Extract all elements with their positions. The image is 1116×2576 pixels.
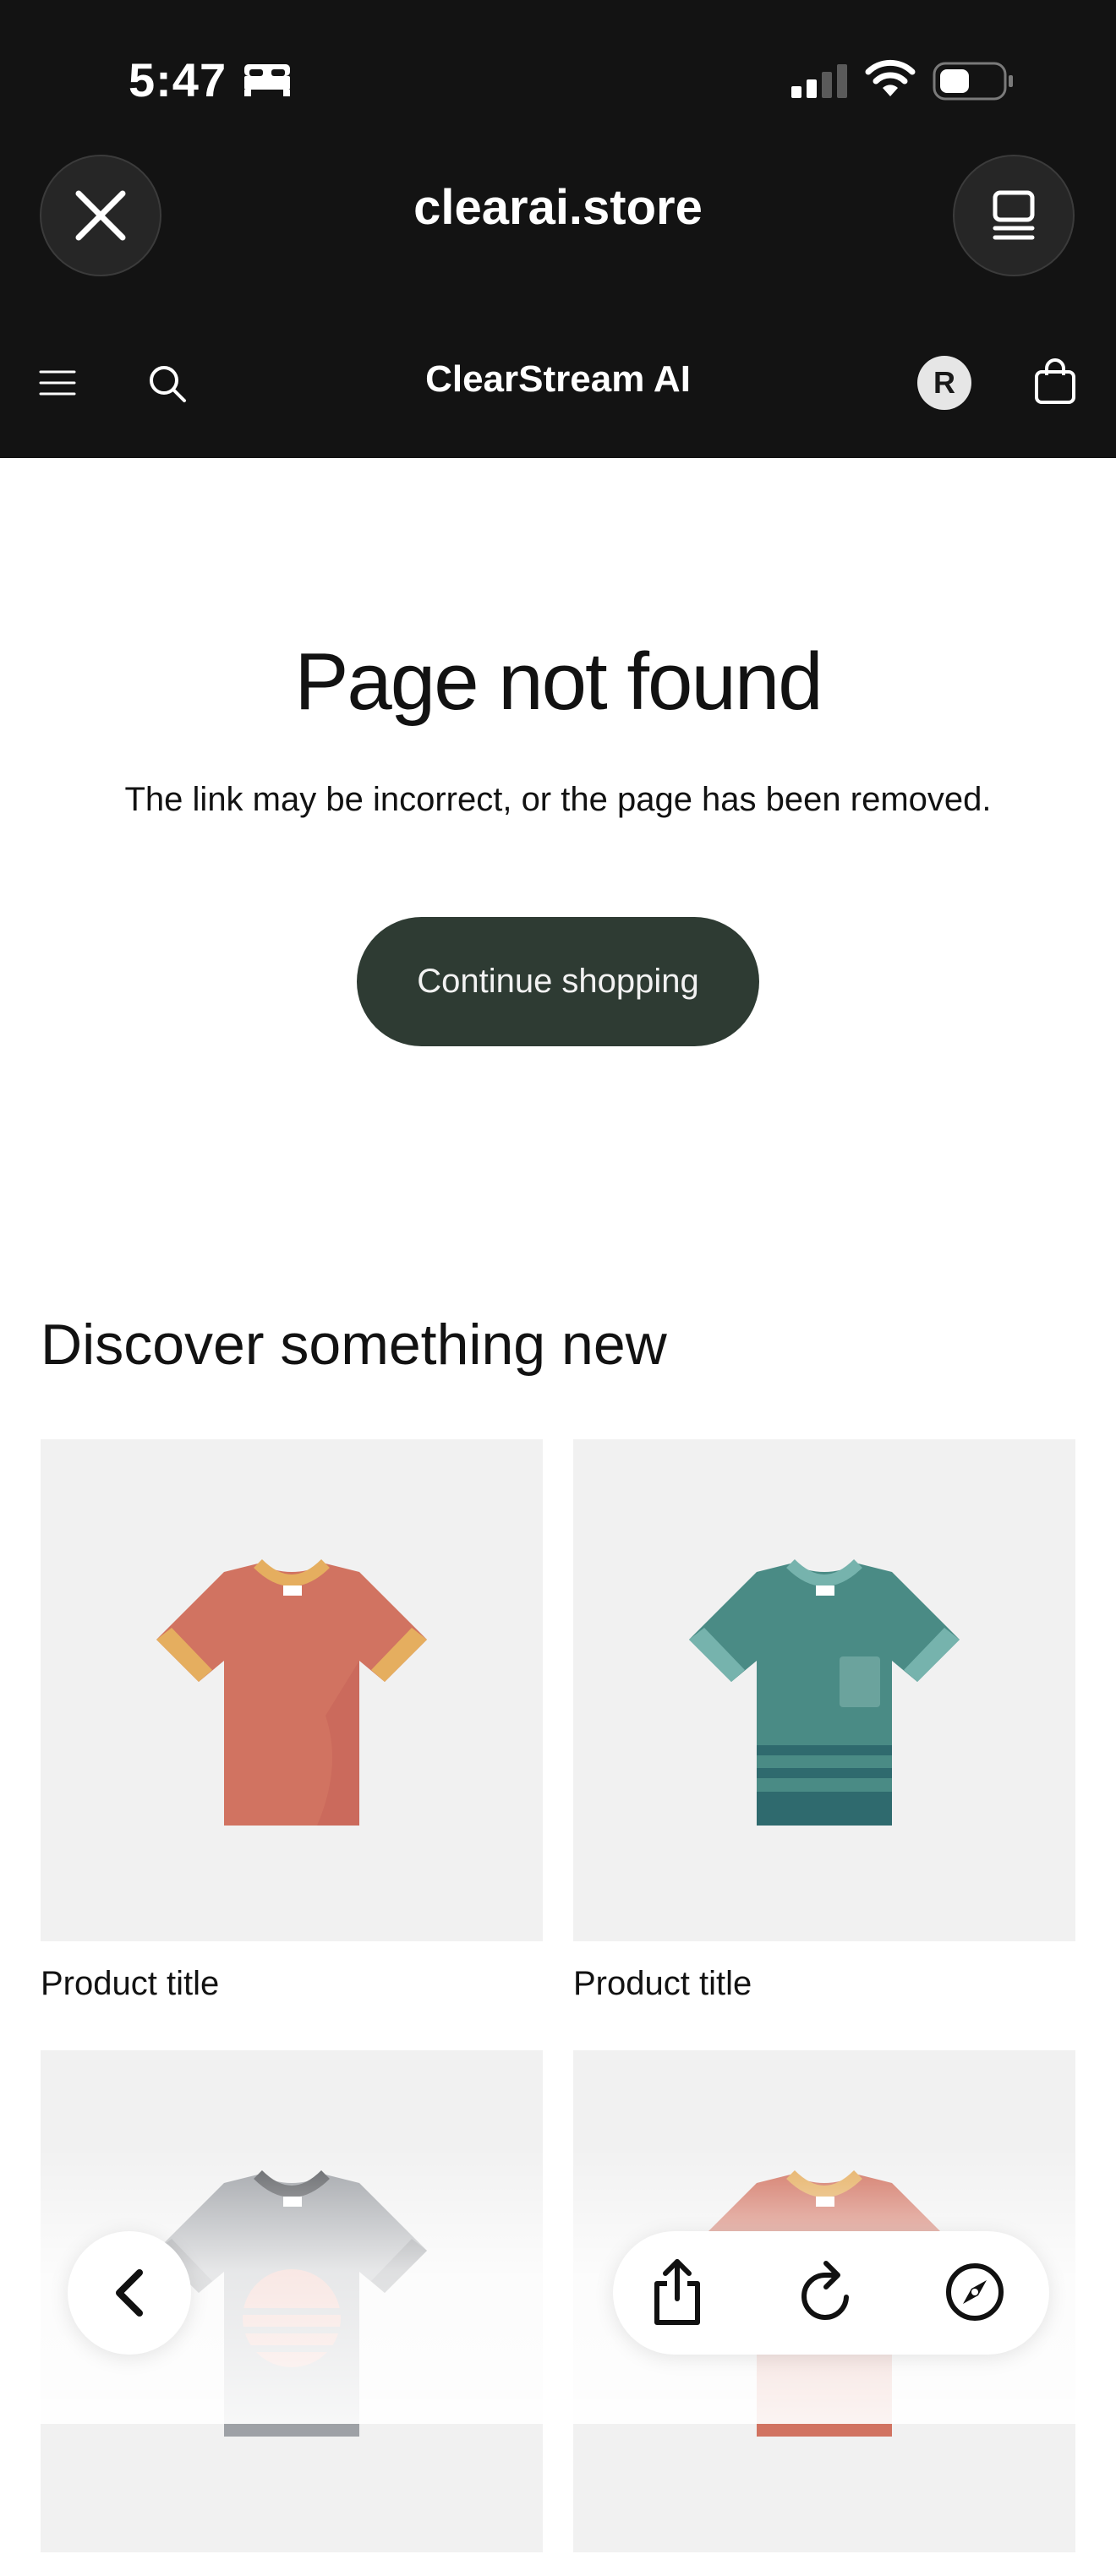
reload-icon[interactable] (797, 2260, 855, 2324)
page-description: The link may be incorrect, or the page h… (124, 781, 992, 818)
browser-actions-bar (613, 2231, 1049, 2355)
section-title: Discover something new (41, 1313, 667, 1377)
product-title[interactable]: Product title (41, 1965, 543, 2003)
compass-icon[interactable] (944, 2262, 1005, 2322)
page-title: Page not found (294, 636, 823, 727)
chevron-left-icon (116, 2269, 143, 2317)
continue-shopping-button[interactable]: Continue shopping (357, 917, 759, 1046)
orange-tshirt-image (156, 1558, 427, 1826)
tabs-button[interactable] (953, 155, 1075, 276)
product-card[interactable]: Product title (41, 1439, 543, 2003)
teal-striped-tshirt-image (689, 1558, 960, 1826)
cellular-signal-icon (791, 64, 847, 98)
back-button[interactable] (68, 2231, 191, 2355)
shopping-bag-icon[interactable] (1033, 358, 1077, 406)
product-image[interactable] (573, 1439, 1075, 1941)
bed-icon (244, 64, 290, 96)
site-address[interactable]: clearai.store (0, 179, 1116, 236)
product-image[interactable] (41, 1439, 543, 1941)
product-title[interactable]: Product title (573, 1965, 1075, 2003)
wifi-icon (865, 59, 916, 96)
product-card[interactable]: Product title (573, 1439, 1075, 2003)
share-icon[interactable] (650, 2258, 704, 2326)
account-avatar[interactable]: R (917, 356, 971, 410)
status-time: 5:47 (129, 53, 227, 106)
tabs-icon (993, 190, 1035, 240)
battery-icon (933, 62, 1013, 101)
